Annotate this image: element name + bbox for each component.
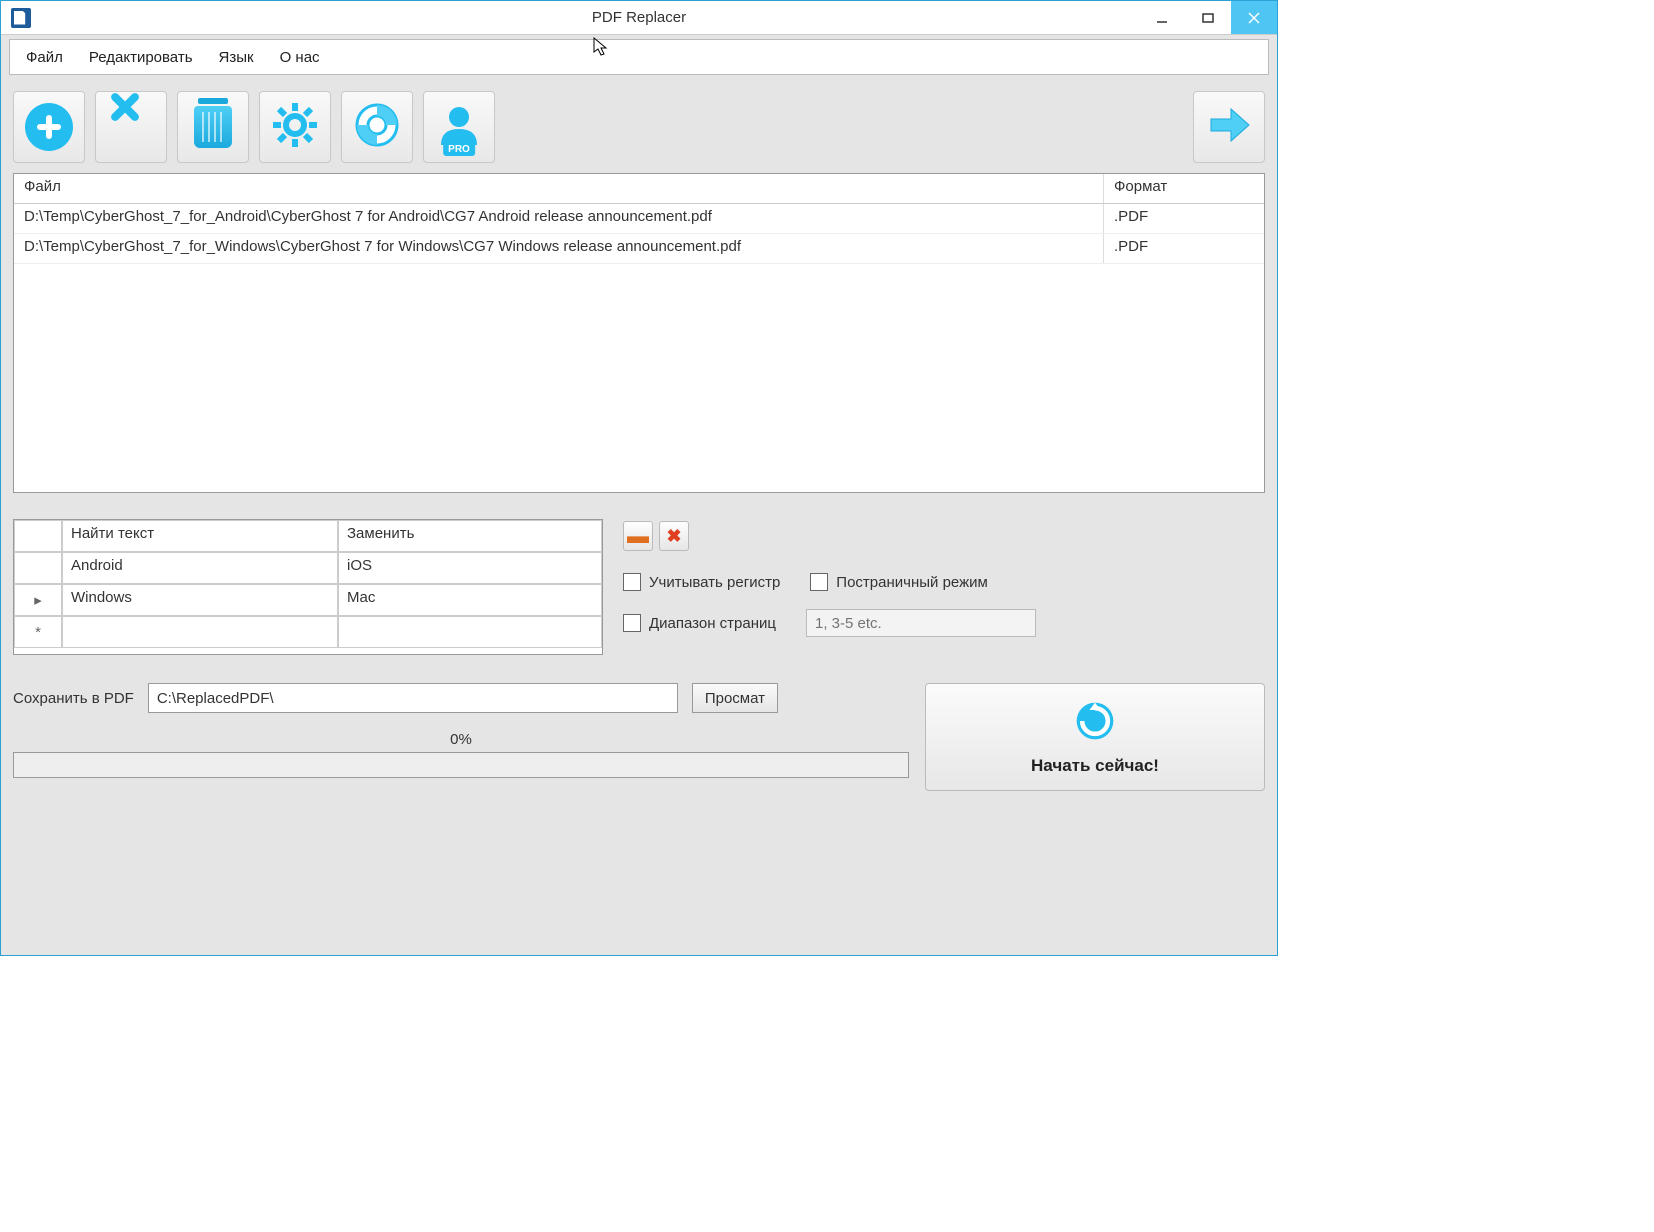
window-title: PDF Replacer (592, 9, 686, 26)
clear-rows-button[interactable]: ✖ (659, 521, 689, 551)
replace-row[interactable]: Android iOS (14, 552, 602, 584)
page-range-label: Диапазон страниц (649, 615, 776, 632)
remove-button[interactable] (95, 91, 167, 163)
format-cell: .PDF (1104, 234, 1264, 263)
replace-column-header[interactable]: Заменить (338, 520, 602, 552)
find-cell[interactable]: Android (62, 552, 338, 584)
x-small-icon: ✖ (666, 526, 681, 547)
find-cell[interactable] (62, 616, 338, 648)
clear-button[interactable] (177, 91, 249, 163)
table-row[interactable]: D:\Temp\CyberGhost_7_for_Windows\CyberGh… (14, 234, 1264, 264)
replace-cell[interactable]: iOS (338, 552, 602, 584)
add-button[interactable] (13, 91, 85, 163)
replace-row[interactable]: * (14, 616, 602, 648)
minimize-button[interactable] (1139, 1, 1185, 34)
replace-table[interactable]: Найти текст Заменить Android iOS ▸ Windo… (13, 519, 603, 655)
refresh-icon (1073, 699, 1117, 748)
close-icon (1248, 12, 1260, 24)
toolbar: PRO (1, 75, 1277, 173)
minimize-icon (1156, 12, 1168, 24)
replace-row[interactable]: ▸ Windows Mac (14, 584, 602, 616)
checkbox-icon (623, 614, 641, 632)
file-table[interactable]: Файл Формат D:\Temp\CyberGhost_7_for_And… (13, 173, 1265, 493)
case-sensitive-label: Учитывать регистр (649, 574, 780, 591)
progress-bar (13, 752, 909, 778)
row-marker (14, 552, 62, 584)
browse-button[interactable]: Просмат (692, 683, 778, 713)
minus-icon: ▬ (627, 523, 649, 549)
progress-label: 0% (13, 731, 909, 748)
replace-cell[interactable] (338, 616, 602, 648)
lifebuoy-icon (353, 101, 401, 153)
titlebar: PDF Replacer (1, 1, 1277, 35)
find-column-header[interactable]: Найти текст (62, 520, 338, 552)
checkbox-icon (623, 573, 641, 591)
checkbox-icon (810, 573, 828, 591)
go-button[interactable] (1193, 91, 1265, 163)
replace-cell[interactable]: Mac (338, 584, 602, 616)
page-range-input[interactable] (806, 609, 1036, 637)
per-page-mode-checkbox[interactable]: Постраничный режим (810, 573, 988, 591)
menubar: Файл Редактировать Язык О нас (9, 39, 1269, 75)
arrow-right-icon (1205, 101, 1253, 153)
row-marker: ▸ (14, 584, 62, 616)
menu-lang[interactable]: Язык (219, 49, 254, 66)
gear-icon (271, 101, 319, 153)
save-path-input[interactable] (148, 683, 678, 713)
per-page-mode-label: Постраничный режим (836, 574, 988, 591)
row-marker-header (14, 520, 62, 552)
file-cell: D:\Temp\CyberGhost_7_for_Android\CyberGh… (14, 204, 1104, 233)
maximize-button[interactable] (1185, 1, 1231, 34)
pro-badge: PRO (443, 143, 475, 156)
app-icon (11, 8, 31, 28)
row-marker: * (14, 616, 62, 648)
app-window: PDF Replacer Файл Редактировать Язык О н… (0, 0, 1278, 956)
x-icon (107, 103, 155, 151)
delete-row-button[interactable]: ▬ (623, 521, 653, 551)
maximize-icon (1202, 12, 1214, 24)
table-row[interactable]: D:\Temp\CyberGhost_7_for_Android\CyberGh… (14, 204, 1264, 234)
file-column-header[interactable]: Файл (14, 174, 1104, 203)
help-button[interactable] (341, 91, 413, 163)
pro-button[interactable]: PRO (423, 91, 495, 163)
case-sensitive-checkbox[interactable]: Учитывать регистр (623, 573, 780, 591)
find-cell[interactable]: Windows (62, 584, 338, 616)
window-controls (1139, 1, 1277, 34)
menu-file[interactable]: Файл (26, 49, 63, 66)
trash-icon (194, 106, 232, 148)
close-button[interactable] (1231, 1, 1277, 34)
start-button[interactable]: Начать сейчас! (925, 683, 1265, 791)
settings-button[interactable] (259, 91, 331, 163)
format-column-header[interactable]: Формат (1104, 174, 1264, 203)
start-button-label: Начать сейчас! (1031, 756, 1159, 776)
page-range-checkbox[interactable]: Диапазон страниц (623, 614, 776, 632)
file-cell: D:\Temp\CyberGhost_7_for_Windows\CyberGh… (14, 234, 1104, 263)
plus-icon (25, 103, 73, 151)
format-cell: .PDF (1104, 204, 1264, 233)
menu-edit[interactable]: Редактировать (89, 49, 193, 66)
menu-about[interactable]: О нас (280, 49, 320, 66)
save-label: Сохранить в PDF (13, 690, 134, 707)
